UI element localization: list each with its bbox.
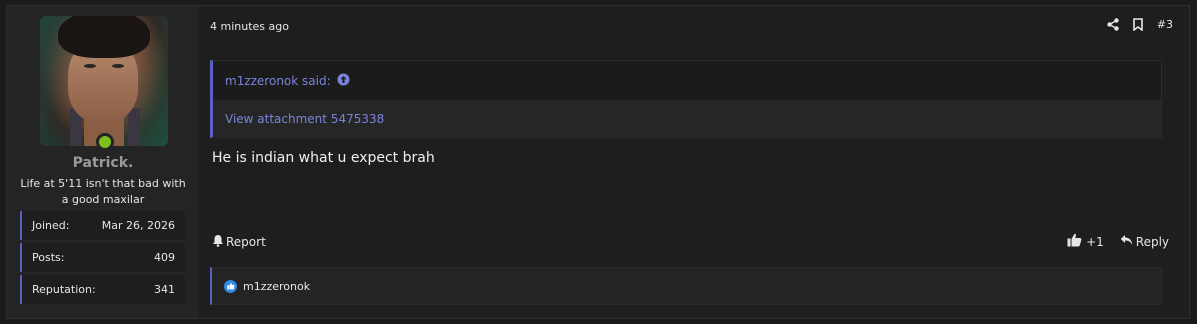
- user-avatar[interactable]: [40, 16, 168, 146]
- attachment-link[interactable]: View attachment 5475338: [225, 112, 384, 126]
- quote-body: View attachment 5475338: [213, 100, 1161, 138]
- report-link[interactable]: Report: [226, 235, 266, 249]
- stat-joined: Joined: Mar 26, 2026: [20, 211, 185, 240]
- quote-block: m1zzeronok said: View attachment 5475338: [210, 60, 1162, 138]
- reactions-bar[interactable]: m1zzeronok: [210, 267, 1162, 305]
- post-header-actions: #3: [1107, 18, 1173, 31]
- stat-value: 341: [154, 283, 175, 296]
- stat-posts: Posts: 409: [20, 243, 185, 272]
- reply-arrow-icon: [1120, 234, 1133, 249]
- stat-label: Posts:: [32, 251, 65, 264]
- reaction-user[interactable]: m1zzeronok: [243, 280, 310, 293]
- arrow-up-circle-icon[interactable]: [337, 73, 350, 89]
- post-date[interactable]: 4 minutes ago: [210, 20, 289, 33]
- post-footer-left: Report: [212, 234, 266, 250]
- thumbs-up-icon: [1067, 233, 1082, 250]
- stat-reputation: Reputation: 341: [20, 275, 185, 304]
- like-button[interactable]: +1: [1067, 233, 1104, 250]
- bell-icon[interactable]: [212, 234, 224, 250]
- user-title: Life at 5'11 isn't that bad with a good …: [20, 177, 186, 206]
- post-container: Patrick. Life at 5'11 isn't that bad wit…: [6, 5, 1190, 319]
- share-icon[interactable]: [1107, 18, 1119, 31]
- stat-value: Mar 26, 2026: [101, 219, 175, 232]
- stat-label: Joined:: [32, 219, 70, 232]
- post-message: He is indian what u expect brah: [212, 150, 435, 166]
- reply-label: Reply: [1135, 234, 1169, 249]
- quote-header: m1zzeronok said:: [213, 61, 1161, 100]
- user-stats: Joined: Mar 26, 2026 Posts: 409 Reputati…: [20, 211, 185, 307]
- post-content: 4 minutes ago #3 m1zzeronok said: View a…: [199, 6, 1189, 318]
- bookmark-icon[interactable]: [1132, 18, 1143, 31]
- reaction-count: +1: [1086, 234, 1104, 249]
- stat-label: Reputation:: [32, 283, 96, 296]
- stat-value[interactable]: 409: [154, 251, 175, 264]
- online-status-dot: [96, 133, 114, 151]
- quote-author-link[interactable]: m1zzeronok said:: [225, 74, 331, 88]
- username[interactable]: Patrick.: [7, 155, 199, 171]
- post-footer-right: +1 Reply: [1067, 233, 1169, 250]
- like-badge-icon: [224, 279, 237, 293]
- reply-button[interactable]: Reply: [1120, 234, 1169, 249]
- post-number[interactable]: #3: [1157, 18, 1173, 31]
- user-info-panel: Patrick. Life at 5'11 isn't that bad wit…: [7, 6, 199, 318]
